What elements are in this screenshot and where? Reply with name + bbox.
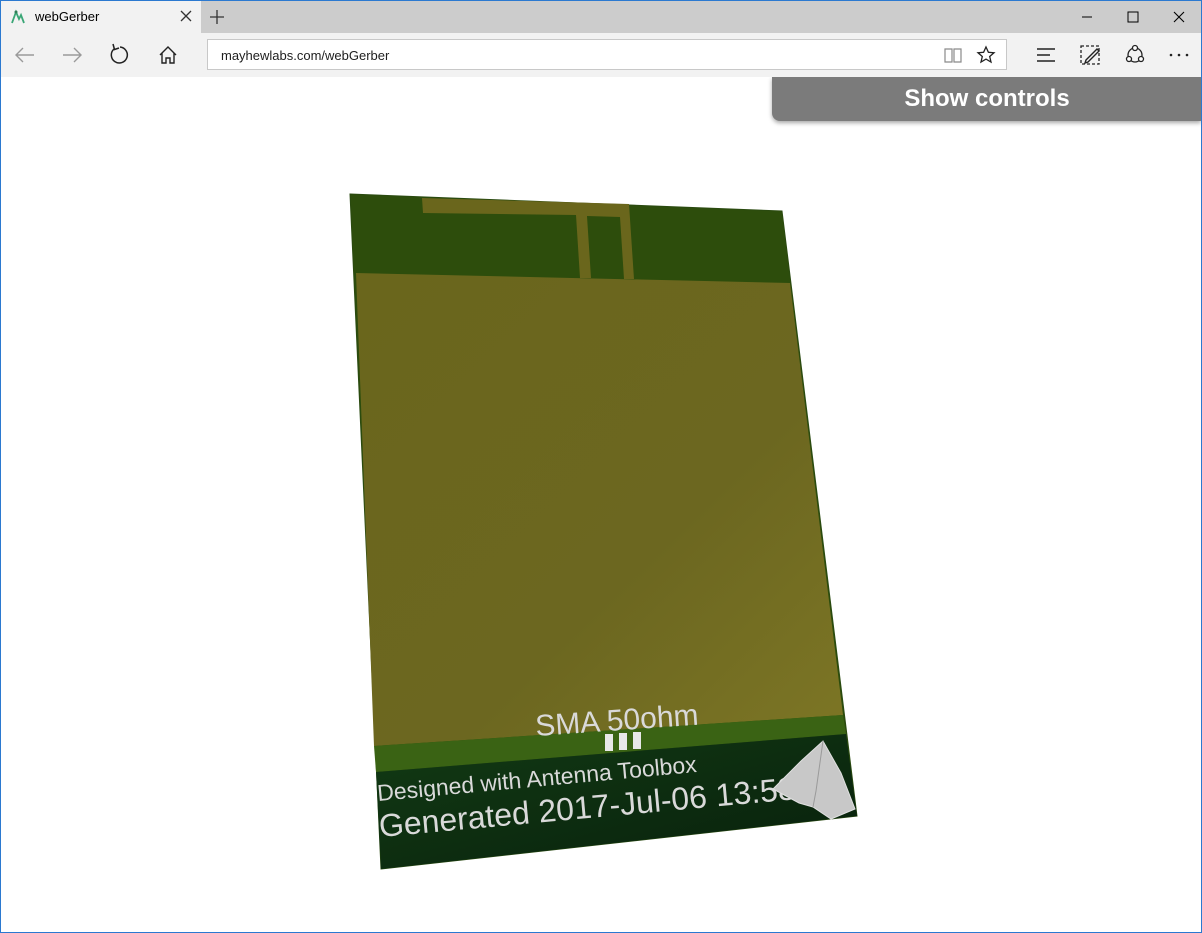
browser-tab[interactable]: webGerber <box>1 1 201 33</box>
webgerber-viewport[interactable]: SMA 50ohm Designed with Antenna Toolbox … <box>1 77 1201 932</box>
window-close-icon[interactable] <box>1156 1 1202 33</box>
navigation-bar: mayhewlabs.com/webGerber <box>1 33 1201 77</box>
hub-icon[interactable] <box>1034 43 1060 67</box>
address-bar[interactable]: mayhewlabs.com/webGerber <box>207 39 1007 70</box>
webgerber-logo-icon <box>11 9 25 24</box>
minimize-icon[interactable] <box>1064 1 1110 33</box>
pcb-3d-render[interactable]: SMA 50ohm Designed with Antenna Toolbox … <box>1 77 1201 932</box>
show-controls-label: Show controls <box>904 85 1070 112</box>
arrow-left-icon[interactable] <box>10 41 40 69</box>
ellipsis-icon[interactable] <box>1166 43 1192 67</box>
browser-window: webGerber mayhewlabs.com/webGerber SMA 5… <box>0 0 1202 933</box>
share-icon[interactable] <box>1122 43 1148 67</box>
book-icon[interactable] <box>943 46 963 64</box>
close-icon[interactable] <box>177 7 195 25</box>
show-controls-button[interactable]: Show controls <box>772 77 1201 121</box>
url-text[interactable]: mayhewlabs.com/webGerber <box>221 48 389 63</box>
tab-strip: webGerber <box>1 1 1201 33</box>
plus-icon[interactable] <box>206 6 228 28</box>
pen-note-icon[interactable] <box>1078 43 1104 67</box>
tab-title: webGerber <box>35 9 100 24</box>
copper-pour <box>356 273 843 746</box>
arrow-right-icon[interactable] <box>57 41 87 69</box>
star-icon[interactable] <box>976 45 996 65</box>
refresh-icon[interactable] <box>105 41 135 69</box>
home-icon[interactable] <box>153 41 183 69</box>
maximize-icon[interactable] <box>1110 1 1156 33</box>
